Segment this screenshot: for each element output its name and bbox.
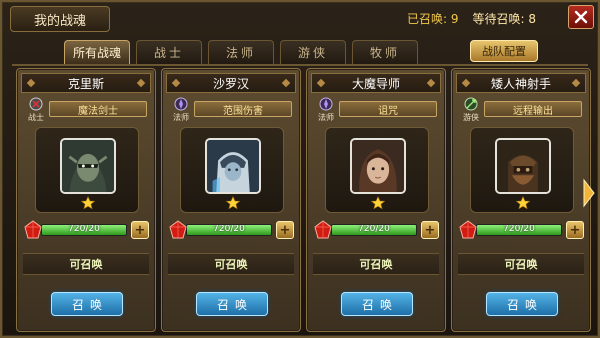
portrait-frame <box>35 127 139 213</box>
summon-button[interactable]: 召唤 <box>51 292 123 316</box>
close-icon <box>574 10 588 24</box>
star-icon <box>371 196 385 210</box>
mage-emblem-icon <box>319 97 333 111</box>
star-icon <box>516 196 530 210</box>
status-label: 可召唤 <box>168 253 294 275</box>
class-label: 法师 <box>173 113 189 122</box>
ranger-emblem-icon <box>464 97 478 111</box>
hero-portrait-image <box>497 140 549 192</box>
soul-card[interactable]: 大魔导师 法师 诅咒 720/20 + 可召唤 召唤 <box>306 68 446 332</box>
class-emblem: 游侠 <box>460 97 482 125</box>
class-emblem: 战士 <box>25 97 47 125</box>
hp-bar: 720/20 <box>186 224 272 236</box>
hp-row: 720/20 + <box>168 220 294 239</box>
class-emblem: 法师 <box>315 97 337 125</box>
red-gem-icon <box>169 220 187 239</box>
tab-warrior[interactable]: 战士 <box>136 40 203 64</box>
red-gem-icon <box>24 220 42 239</box>
portrait-frame <box>325 127 429 213</box>
tab-divider <box>12 64 588 66</box>
waiting-count: 等待召唤: 8 <box>472 12 537 26</box>
hero-portrait[interactable] <box>60 138 116 194</box>
portrait-frame <box>470 127 574 213</box>
card-name: 克里斯 <box>67 76 104 91</box>
card-name-bar: 沙罗汉 <box>166 73 296 93</box>
class-label: 游侠 <box>463 113 479 122</box>
card-name: 沙罗汉 <box>212 76 249 91</box>
skill-label: 诅咒 <box>339 101 437 117</box>
tab-all[interactable]: 所有战魂 <box>64 40 131 64</box>
red-gem-icon <box>314 220 332 239</box>
team-config-button[interactable]: 战队配置 <box>470 40 538 62</box>
card-name-bar: 大魔导师 <box>311 73 441 93</box>
soul-card[interactable]: 矮人神射手 游侠 远程输出 720/20 + 可召唤 召唤 <box>451 68 591 332</box>
status-label: 可召唤 <box>458 253 584 275</box>
status-label: 可召唤 <box>23 253 149 275</box>
hp-text: 720/20 <box>213 224 245 234</box>
skill-label: 魔法剑士 <box>49 101 147 117</box>
add-hp-button[interactable]: + <box>131 221 149 239</box>
summoned-count: 已召唤: 9 <box>407 12 459 26</box>
class-emblem: 法师 <box>170 97 192 125</box>
hp-bar: 720/20 <box>476 224 562 236</box>
star-icon <box>81 196 95 210</box>
status-label: 可召唤 <box>313 253 439 275</box>
hero-portrait-image <box>62 140 114 192</box>
hp-text: 720/20 <box>68 224 100 234</box>
card-name: 矮人神射手 <box>490 76 551 91</box>
hp-row: 720/20 + <box>458 220 584 239</box>
add-hp-button[interactable]: + <box>421 221 439 239</box>
soul-card[interactable]: 沙罗汉 法师 范围伤害 720/20 + 可召唤 召唤 <box>161 68 301 332</box>
hero-portrait[interactable] <box>495 138 551 194</box>
card-name: 大魔导师 <box>351 76 400 91</box>
class-label: 战士 <box>28 113 44 122</box>
portrait-frame <box>180 127 284 213</box>
hp-row: 720/20 + <box>23 220 149 239</box>
add-hp-button[interactable]: + <box>276 221 294 239</box>
close-button[interactable] <box>568 5 594 29</box>
card-name-bar: 克里斯 <box>21 73 151 93</box>
chevron-right-icon[interactable] <box>582 178 596 208</box>
hero-portrait-image <box>352 140 404 192</box>
warrior-emblem-icon <box>29 97 43 111</box>
hp-bar: 720/20 <box>41 224 127 236</box>
add-hp-button[interactable]: + <box>566 221 584 239</box>
skill-label: 远程输出 <box>484 101 582 117</box>
tab-ranger[interactable]: 游侠 <box>280 40 347 64</box>
hp-text: 720/20 <box>503 224 535 234</box>
hp-bar: 720/20 <box>331 224 417 236</box>
summon-stats: 已召唤: 9 等待召唤: 8 <box>407 10 536 27</box>
hp-text: 720/20 <box>358 224 390 234</box>
summon-button[interactable]: 召唤 <box>486 292 558 316</box>
tab-priest[interactable]: 牧师 <box>352 40 419 64</box>
star-icon <box>226 196 240 210</box>
red-gem-icon <box>459 220 477 239</box>
summon-button[interactable]: 召唤 <box>196 292 268 316</box>
hero-portrait[interactable] <box>205 138 261 194</box>
card-name-bar: 矮人神射手 <box>456 73 586 93</box>
class-label: 法师 <box>318 113 334 122</box>
summon-button[interactable]: 召唤 <box>341 292 413 316</box>
tab-mage[interactable]: 法师 <box>208 40 275 64</box>
summon-window: 我的战魂 已召唤: 9 等待召唤: 8 所有战魂 战士 法师 游侠 牧师 战队配… <box>0 0 600 338</box>
skill-label: 范围伤害 <box>194 101 292 117</box>
class-tabs: 所有战魂 战士 法师 游侠 牧师 <box>64 40 419 64</box>
hero-portrait[interactable] <box>350 138 406 194</box>
hero-portrait-image <box>207 140 259 192</box>
card-list: 克里斯 战士 魔法剑士 720/20 + 可召唤 召唤 沙罗汉 法师 范围伤害 … <box>16 68 591 332</box>
soul-card[interactable]: 克里斯 战士 魔法剑士 720/20 + 可召唤 召唤 <box>16 68 156 332</box>
mage-emblem-icon <box>174 97 188 111</box>
hp-row: 720/20 + <box>313 220 439 239</box>
window-title: 我的战魂 <box>10 6 110 32</box>
